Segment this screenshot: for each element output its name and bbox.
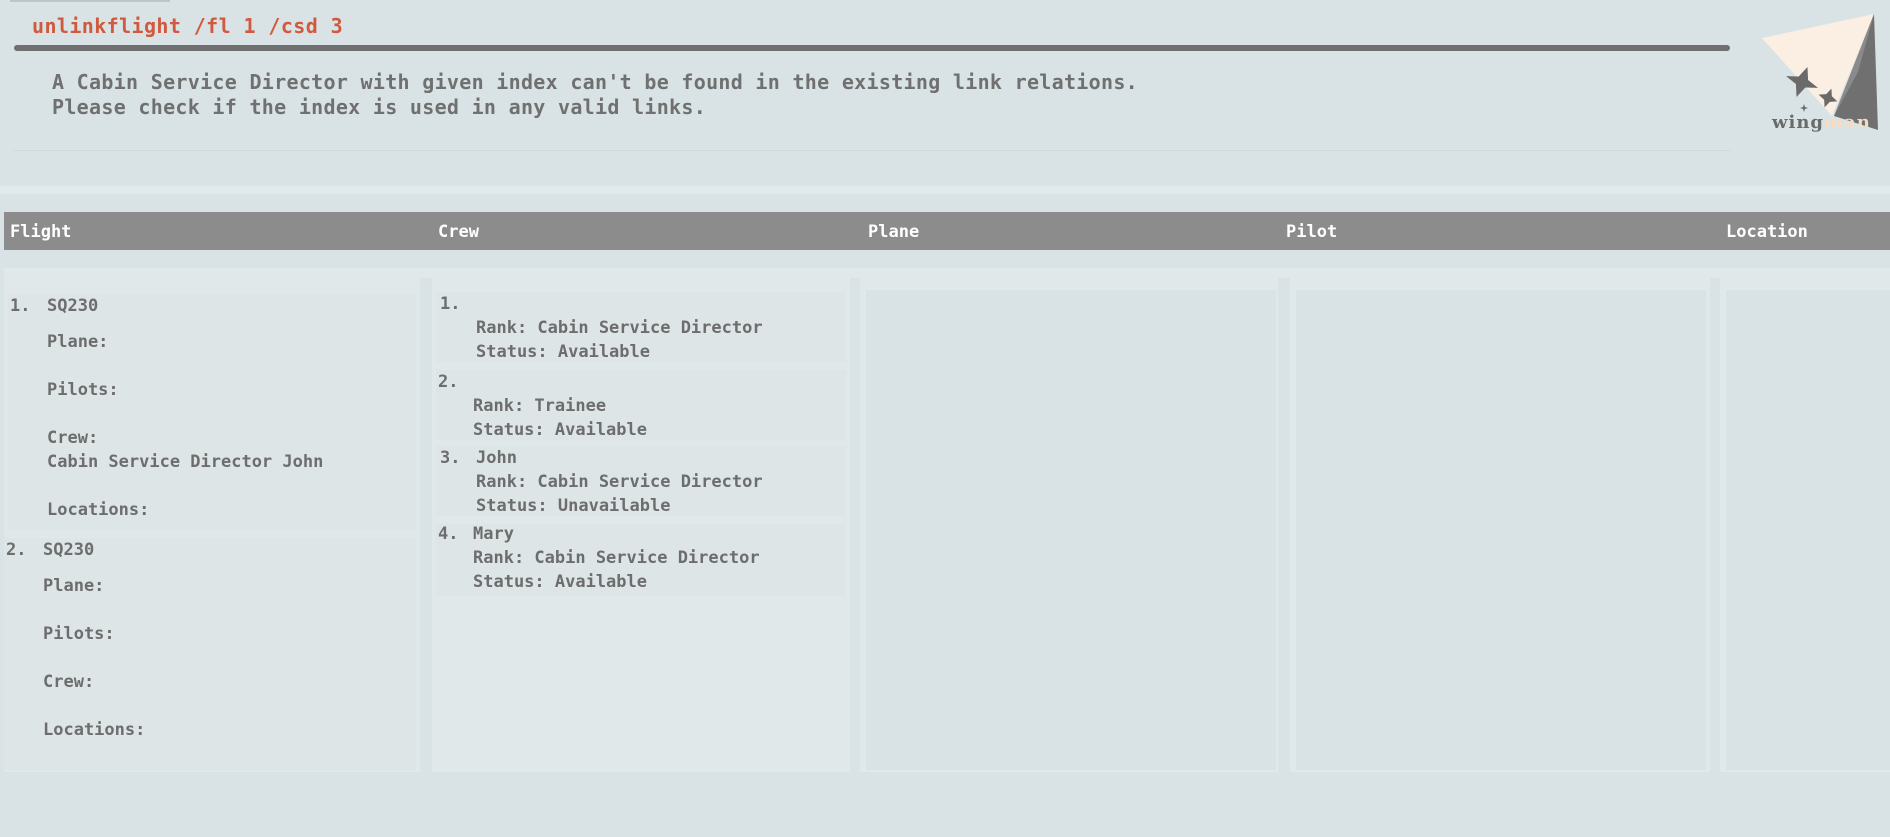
command-box-underline [14,45,1730,51]
result-display: A Cabin Service Director with given inde… [14,60,1730,151]
crew-rank: Rank: Cabin Service Director [476,318,763,338]
crew-name: John [476,448,517,468]
crew-card-3[interactable]: 3. John Rank: Cabin Service Director Sta… [436,446,846,516]
crew-index: 2. [438,372,459,392]
crew-card-4[interactable]: 4. Mary Rank: Cabin Service Director Sta… [436,524,846,596]
flight-locations-label: Locations: [47,500,150,520]
crew-index: 4. [438,524,459,544]
flight-card-2[interactable]: 2. SQ230 Plane: Pilots: Crew: Locations: [4,538,416,770]
crew-status: Status: Unavailable [476,496,671,516]
crew-rank: Rank: Cabin Service Director [473,548,760,568]
result-line-2: Please check if the index is used in any… [52,95,707,119]
flight-crew-label: Crew: [43,672,95,692]
header-pilot: Pilot [1286,222,1338,242]
flight-pilots-label: Pilots: [43,624,115,644]
crew-rank: Rank: Cabin Service Director [476,472,763,492]
flight-card-1[interactable]: 1. SQ230 Plane: Pilots: Crew: Cabin Serv… [8,294,416,530]
crew-index: 1. [440,294,461,314]
header-location: Location [1726,222,1808,242]
flight-plane-label: Plane: [47,332,109,352]
crew-index: 3. [440,448,461,468]
flight-plane-label: Plane: [43,576,105,596]
location-list-area [1726,290,1890,770]
header-crew: Crew [438,222,479,242]
crew-card-1[interactable]: 1. Rank: Cabin Service Director Status: … [436,292,846,362]
command-box[interactable]: unlinkflight /fl 1 /csd 3 [16,10,1728,48]
flight-pilots-label: Pilots: [47,380,119,400]
result-line-1: A Cabin Service Director with given inde… [52,70,1139,94]
flight-crew-value: Cabin Service Director John [47,452,324,472]
crew-card-2[interactable]: 2. Rank: Trainee Status: Available [436,370,846,440]
crew-status: Status: Available [476,342,650,362]
flight-code: SQ230 [47,296,99,316]
command-input[interactable]: unlinkflight /fl 1 /csd 3 [32,14,343,38]
plane-list-area [866,290,1276,770]
section-divider [0,186,1890,194]
column-header-bar: Flight Crew Plane Pilot Location [4,212,1890,250]
flight-index: 2. [6,540,27,560]
flight-code: SQ230 [43,540,95,560]
crew-status: Status: Available [473,420,647,440]
header-plane: Plane [868,222,920,242]
flight-index: 1. [10,296,31,316]
pilot-list-area [1296,290,1706,770]
logo-wordmark: wingman [1772,112,1871,133]
flight-crew-label: Crew: [47,428,99,448]
crew-name: Mary [473,524,514,544]
window-top-strip [10,0,170,2]
crew-rank: Rank: Trainee [473,396,607,416]
crew-status: Status: Available [473,572,647,592]
header-flight: Flight [10,222,72,242]
flight-locations-label: Locations: [43,720,146,740]
